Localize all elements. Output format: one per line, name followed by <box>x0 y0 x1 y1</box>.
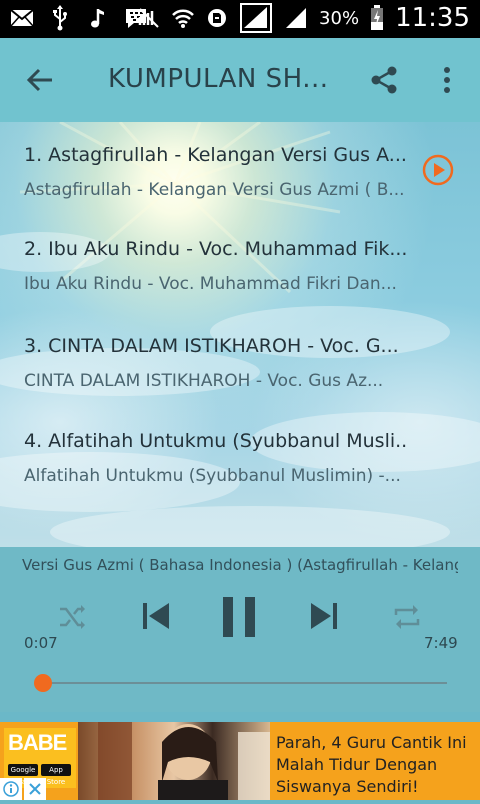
track-subtitle: Alfatihah Untukmu (Syubbanul Muslimin) -… <box>24 466 401 486</box>
track-subtitle: Ibu Aku Rindu - Voc. Muhammad Fikri Dan.… <box>24 274 397 294</box>
app-store-badge: App Store <box>41 764 71 786</box>
music-icon <box>86 6 110 30</box>
page-title: KUMPULAN SH... <box>108 64 329 94</box>
seek-bar[interactable] <box>37 682 447 684</box>
list-item[interactable]: 4. Alfatihah Untukmu (Syubbanul Musli...… <box>24 430 409 486</box>
share-icon[interactable] <box>364 60 404 100</box>
ad-brand: BABE <box>8 730 67 755</box>
track-title: 3. CINTA DALAM ISTIKHAROH - Voc. G... <box>24 335 399 357</box>
status-bar: 30% 11:35 <box>0 0 480 38</box>
shuffle-icon[interactable] <box>55 600 89 634</box>
mute-icon <box>137 6 161 30</box>
data-icon <box>205 6 229 30</box>
list-item[interactable]: 1. Astagfirullah - Kelangan Versi Gus A.… <box>24 144 409 200</box>
track-title: 2. Ibu Aku Rindu - Voc. Muhammad Fik... <box>24 238 408 260</box>
signal-icon <box>283 6 309 30</box>
signal-icon <box>239 3 273 33</box>
previous-icon[interactable] <box>138 598 174 634</box>
track-list: 1. Astagfirullah - Kelangan Versi Gus A.… <box>0 122 480 547</box>
battery-percent: 30% <box>319 7 360 29</box>
track-subtitle: Astagfirullah - Kelangan Versi Gus Azmi … <box>24 180 405 200</box>
more-vert-icon[interactable] <box>430 60 464 100</box>
track-title: 1. Astagfirullah - Kelangan Versi Gus A.… <box>24 144 407 166</box>
elapsed-time: 0:07 <box>24 634 58 652</box>
list-item[interactable]: 3. CINTA DALAM ISTIKHAROH - Voc. G... CI… <box>24 335 409 391</box>
pause-icon[interactable] <box>216 593 262 641</box>
close-icon[interactable] <box>24 778 46 800</box>
usb-icon <box>48 5 72 31</box>
duration-time: 7:49 <box>424 634 458 652</box>
list-item[interactable]: 2. Ibu Aku Rindu - Voc. Muhammad Fik... … <box>24 238 409 294</box>
ad-image <box>78 722 270 800</box>
app-bar: KUMPULAN SH... <box>0 38 480 122</box>
ad-banner[interactable]: BABE Google Play App Store Parah, 4 Guru… <box>0 722 480 800</box>
battery-icon <box>369 5 385 30</box>
wifi-icon <box>171 6 195 30</box>
mail-icon <box>10 6 34 30</box>
ad-headline: Parah, 4 Guru Cantik Ini Malah Tidur Den… <box>276 733 467 796</box>
track-subtitle: CINTA DALAM ISTIKHAROH - Voc. Gus Az... <box>24 371 384 391</box>
track-title: 4. Alfatihah Untukmu (Syubbanul Musli... <box>24 430 409 452</box>
google-play-badge: Google Play <box>8 764 38 786</box>
repeat-icon[interactable] <box>390 600 424 634</box>
clock: 11:35 <box>395 3 470 33</box>
play-circle-icon[interactable] <box>421 153 455 187</box>
now-playing-text: Versi Gus Azmi ( Bahasa Indonesia ) (Ast… <box>22 556 458 574</box>
next-icon[interactable] <box>306 598 342 634</box>
back-arrow-icon[interactable] <box>20 60 60 100</box>
adchoices-icon[interactable] <box>0 778 22 800</box>
